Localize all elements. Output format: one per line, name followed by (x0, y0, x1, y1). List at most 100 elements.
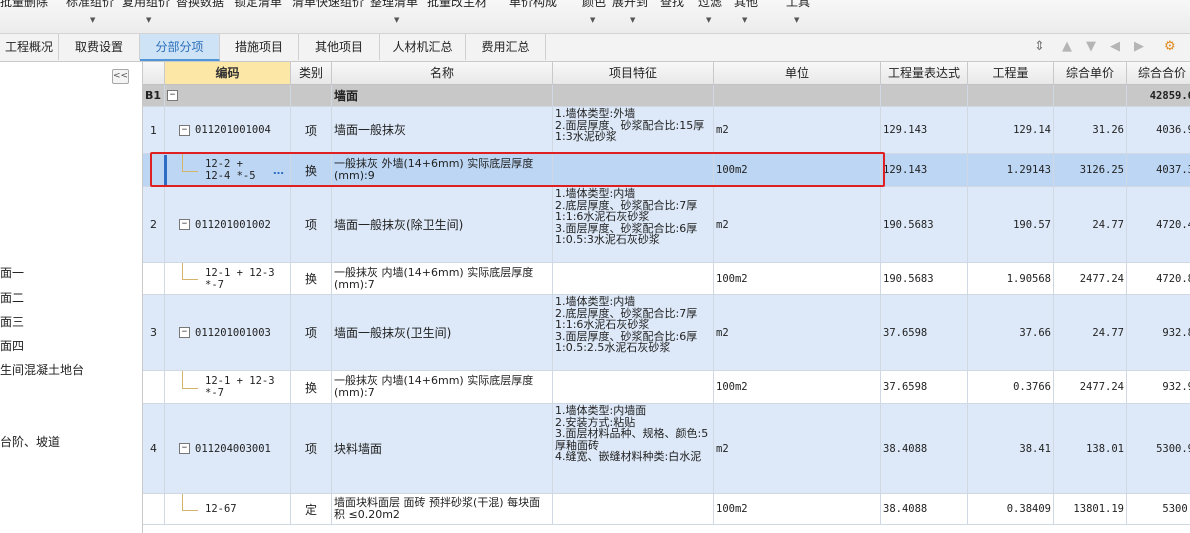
settings-icon[interactable]: ⚙ (1164, 39, 1176, 54)
cell-type[interactable]: 项 (291, 295, 332, 371)
cell-name[interactable]: 一般抹灰 内墙(14+6mm) 实际底层厚度(mm):7 (332, 263, 553, 295)
tree-item[interactable]: 面一 (0, 264, 24, 281)
cell-expr[interactable]: 38.4088 (881, 494, 968, 525)
cell-name[interactable]: 墙面块料面层 面砖 预拌砂浆(干混) 每块面积 ≤0.20m2 (332, 494, 553, 525)
chevron-down-icon[interactable]: ▼ (706, 16, 711, 24)
chevron-down-icon[interactable]: ▼ (146, 16, 151, 24)
cell-price[interactable]: 138.01 (1054, 404, 1127, 494)
tree-item[interactable]: 面二 (0, 289, 24, 306)
header-qty[interactable]: 工程量 (968, 62, 1054, 85)
collapse-toggle-icon[interactable]: − (167, 90, 178, 101)
quick-pricing-button[interactable]: 清单快速组价 (292, 0, 364, 14)
cell-type[interactable]: 项 (291, 404, 332, 494)
cell-unit[interactable]: m2 (714, 295, 881, 371)
tab-fee-settings[interactable]: 取费设置 (59, 34, 140, 60)
cell-total[interactable]: 4036.9 (1127, 107, 1190, 154)
cell-code[interactable]: −011201001003 (165, 295, 291, 371)
cell-expr[interactable]: 129.143 (881, 154, 968, 187)
cell-price[interactable]: 24.77 (1054, 187, 1127, 263)
cell-code[interactable]: 12-1 + 12-3 *-7 (165, 371, 291, 404)
cell-total[interactable]: 932.9 (1127, 371, 1190, 404)
cell-seq[interactable]: 1 (143, 107, 165, 154)
tab-cost-summary[interactable]: 费用汇总 (466, 34, 546, 60)
cell-total[interactable]: 932.8 (1127, 295, 1190, 371)
cell-code[interactable]: 12-2 + 12-4 *-5… (165, 154, 291, 187)
cell-seq[interactable] (143, 154, 165, 187)
cell-feature[interactable] (553, 494, 714, 525)
collapse-toggle-icon[interactable]: − (179, 124, 190, 136)
cell-feature[interactable]: 1.墙体类型:内墙 2.底层厚度、砂浆配合比:7厚1:1:6水泥石灰砂浆 3.面… (553, 295, 714, 371)
cell-total[interactable]: 5300.9 (1127, 404, 1190, 494)
tree-item[interactable]: 台阶、坡道 (0, 433, 60, 450)
section-row[interactable]: B1 − 墙面 42859.6 (143, 85, 1190, 107)
header-qty-expr[interactable]: 工程量表达式 (881, 62, 968, 85)
cell-price[interactable]: 2477.24 (1054, 263, 1127, 295)
cell-code[interactable]: −011201001002 (165, 187, 291, 263)
cell-qty[interactable]: 37.66 (968, 295, 1054, 371)
cell-feature[interactable] (553, 371, 714, 404)
cell-code[interactable]: −011201001004 (165, 107, 291, 154)
cell-total[interactable]: 4720.4 (1127, 187, 1190, 263)
collapse-toggle-icon[interactable]: − (179, 327, 190, 338)
move-up-icon[interactable]: ▲ (1062, 39, 1072, 54)
cell-qty[interactable]: 190.57 (968, 187, 1054, 263)
cell-price[interactable]: 13801.19 (1054, 494, 1127, 525)
table-row-quota[interactable]: 12-1 + 12-3 *-7 换一般抹灰 内墙(14+6mm) 实际底层厚度(m… (143, 371, 1190, 404)
table-row-quota[interactable]: 12-67 定墙面块料面层 面砖 预拌砂浆(干混) 每块面积 ≤0.20m2 100… (143, 494, 1190, 525)
cell-qty[interactable]: 0.38409 (968, 494, 1054, 525)
cell-type[interactable]: 换 (291, 371, 332, 404)
replace-data-button[interactable]: 替换数据 (176, 0, 224, 14)
collapse-toggle-icon[interactable]: − (179, 219, 190, 230)
filter-button[interactable]: 过滤 (698, 0, 722, 14)
standard-pricing-button[interactable]: 标准组价 (66, 0, 114, 14)
unit-price-button[interactable]: 单价构成 (509, 0, 557, 14)
header-name[interactable]: 名称 (332, 62, 553, 85)
cell-seq[interactable]: 3 (143, 295, 165, 371)
cell-code[interactable]: 12-67 (165, 494, 291, 525)
cell-type[interactable]: 项 (291, 107, 332, 154)
cell-qty[interactable]: 0.3766 (968, 371, 1054, 404)
tree-item[interactable]: 面四 (0, 337, 24, 354)
table-row-quota[interactable]: 12-2 + 12-4 *-5 … 换一般抹灰 外墙(14+6mm) 实际底层厚度(… (143, 154, 1190, 187)
cell-name[interactable]: 块料墙面 (332, 404, 553, 494)
cell-unit[interactable]: 100m2 (714, 371, 881, 404)
cell-expr[interactable]: 37.6598 (881, 371, 968, 404)
cell-type[interactable]: 换 (291, 154, 332, 187)
cell-name[interactable]: 墙面一般抹灰(卫生间) (332, 295, 553, 371)
cell-name[interactable]: 一般抹灰 外墙(14+6mm) 实际底层厚度(mm):9 (332, 154, 553, 187)
cell-qty[interactable]: 1.29143 (968, 154, 1054, 187)
cell-expr[interactable]: 38.4088 (881, 404, 968, 494)
cell-expr[interactable]: 190.5683 (881, 263, 968, 295)
chevron-down-icon[interactable]: ▼ (394, 16, 399, 24)
cell-unit[interactable]: m2 (714, 187, 881, 263)
cell-qty[interactable]: 38.41 (968, 404, 1054, 494)
tab-subdivision[interactable]: 分部分项 (140, 34, 220, 61)
cell-total[interactable]: 5300. (1127, 494, 1190, 525)
header-total-price[interactable]: 综合合价 (1127, 62, 1190, 85)
batch-material-button[interactable]: 批量改主材 (427, 0, 487, 14)
cell-feature[interactable] (553, 154, 714, 187)
cell-feature[interactable]: 1.墙体类型:内墙 2.底层厚度、砂浆配合比:7厚1:1:6水泥石灰砂浆 3.面… (553, 187, 714, 263)
cell-price[interactable]: 24.77 (1054, 295, 1127, 371)
header-unit-price[interactable]: 综合单价 (1054, 62, 1127, 85)
header-type[interactable]: 类别 (291, 62, 332, 85)
cell-type[interactable]: 定 (291, 494, 332, 525)
tab-labor-material[interactable]: 人材机汇总 (380, 34, 466, 60)
cell-unit[interactable]: 100m2 (714, 263, 881, 295)
cell-qty[interactable]: 129.14 (968, 107, 1054, 154)
cell-unit[interactable]: m2 (714, 404, 881, 494)
cell-seq[interactable] (143, 371, 165, 404)
cell-seq[interactable] (143, 494, 165, 525)
cell-feature[interactable]: 1.墙体类型:内墙面 2.安装方式:粘贴 3.面层材料品种、规格、颜色:5厚釉面… (553, 404, 714, 494)
chevron-down-icon[interactable]: ▼ (794, 16, 799, 24)
move-right-icon[interactable]: ▶ (1134, 39, 1144, 54)
tools-button[interactable]: 工具 (786, 0, 810, 14)
tab-project-overview[interactable]: 工程概况 (0, 34, 59, 60)
header-code[interactable]: 编码 (165, 62, 291, 85)
table-row-item[interactable]: 1−011201001004 项墙面一般抹灰 1.墙体类型:外墙 2.面层厚度、砂浆… (143, 107, 1190, 154)
chevron-down-icon[interactable]: ▼ (590, 16, 595, 24)
color-button[interactable]: 颜色 (582, 0, 606, 14)
table-row-item[interactable]: 3−011201001003 项墙面一般抹灰(卫生间) 1.墙体类型:内墙 2.底层… (143, 295, 1190, 371)
cell-price[interactable]: 3126.25 (1054, 154, 1127, 187)
table-row-quota[interactable]: 12-1 + 12-3 *-7 换一般抹灰 内墙(14+6mm) 实际底层厚度(m… (143, 263, 1190, 295)
